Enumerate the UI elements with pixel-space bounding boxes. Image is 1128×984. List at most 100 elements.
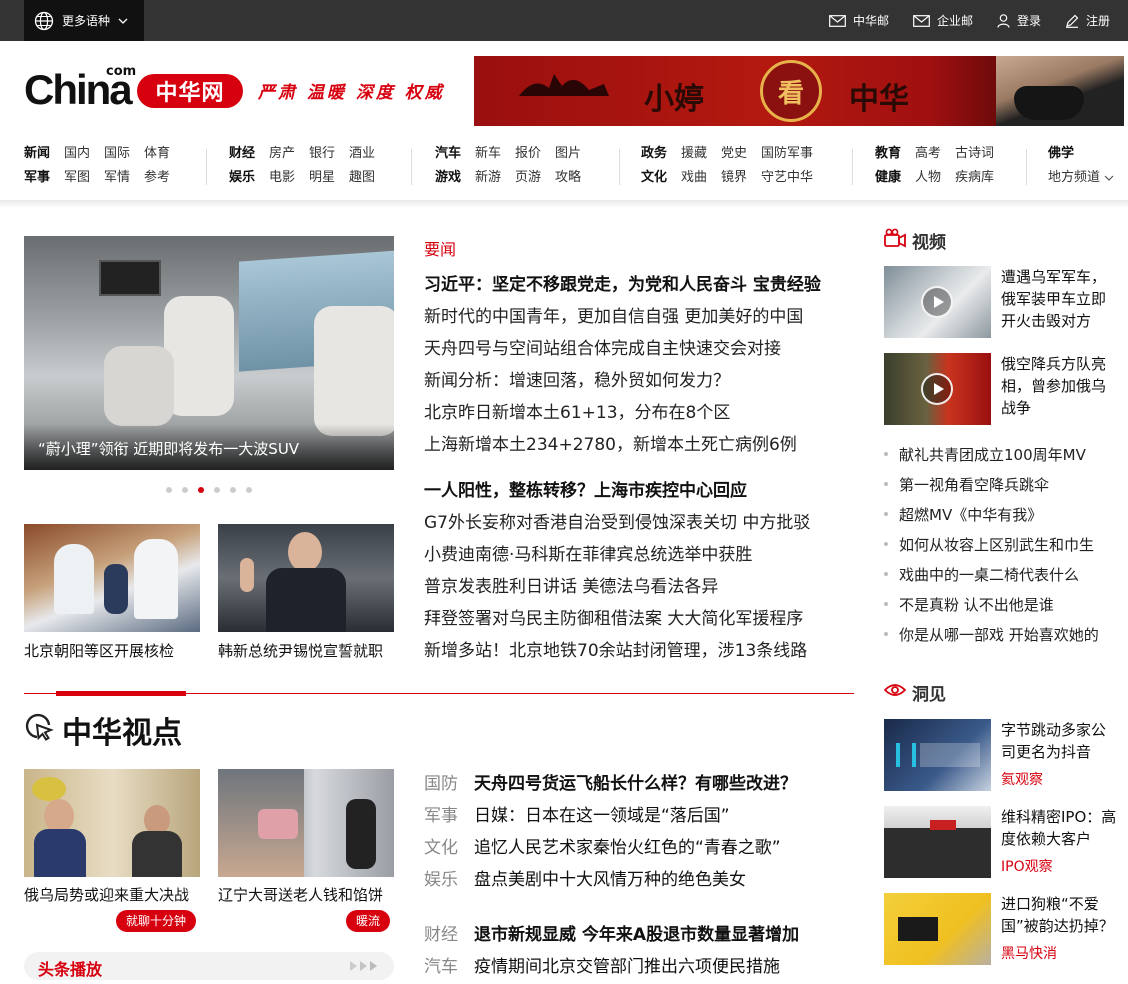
category-news-item[interactable]: 天舟四号货运飞船长什么样？有哪些改进？ xyxy=(474,769,797,794)
nav-item[interactable]: 党史 xyxy=(721,146,747,161)
headline-item[interactable]: 普京发表胜利日讲话 美德法乌看法各异 xyxy=(424,572,718,597)
section-title-zhonghua[interactable]: 中华视点 xyxy=(62,708,182,752)
category-label[interactable]: 文化 xyxy=(424,833,458,858)
news-thumb-image[interactable] xyxy=(24,524,200,632)
viewpoint-thumb-caption[interactable]: 俄乌局势或迎来重大决战 xyxy=(24,884,189,905)
video-list-item[interactable]: 你是从哪一部戏 开始喜欢她的 xyxy=(884,624,1099,645)
nav-item[interactable]: 新车 xyxy=(475,146,501,161)
video-list-item[interactable]: 第一视角看空降兵跳伞 xyxy=(884,474,1049,495)
nav-item[interactable]: 趣图 xyxy=(349,170,375,185)
insight-thumb-image[interactable] xyxy=(884,806,991,878)
video-list-item[interactable]: 如何从妆容上区别武生和巾生 xyxy=(884,534,1094,555)
category-news-item[interactable]: 日媒：日本在这一领域是“落后国” xyxy=(474,801,730,826)
viewpoint-thumb-image[interactable] xyxy=(24,769,200,877)
section-title-video[interactable]: 视频 xyxy=(912,228,946,253)
headline-broadcast-bar[interactable]: 头条播放 xyxy=(24,952,394,980)
nav-item[interactable]: 守艺中华 xyxy=(761,170,813,185)
nav-item[interactable]: 财经 xyxy=(229,146,255,161)
header-ad-banner[interactable]: 小婷 看 中华 xyxy=(474,56,1124,126)
news-thumb-caption[interactable]: 韩新总统尹锡悦宣誓就职 xyxy=(218,640,383,661)
category-news-item[interactable]: 盘点美剧中十大风情万种的绝色美女 xyxy=(474,865,746,890)
insight-title[interactable]: 进口狗粮“不爱国”被韵达扔掉？ xyxy=(1001,893,1119,937)
video-thumb-image[interactable] xyxy=(884,353,991,425)
video-list-item[interactable]: 献礼共青团成立100周年MV xyxy=(884,444,1086,465)
viewpoint-thumb-caption[interactable]: 辽宁大哥送老人钱和馅饼 xyxy=(218,884,383,905)
insight-source[interactable]: 氦观察 xyxy=(1001,769,1043,789)
nav-item[interactable]: 援藏 xyxy=(681,146,707,161)
category-label[interactable]: 国防 xyxy=(424,769,458,794)
nav-item[interactable]: 新闻 xyxy=(24,146,50,161)
nav-item[interactable]: 游戏 xyxy=(435,170,461,185)
category-news-item[interactable]: 疫情期间北京交管部门推出六项便民措施 xyxy=(474,952,780,977)
headline-item[interactable]: 一人阳性，整栋转移？上海市疾控中心回应 xyxy=(424,476,747,501)
enterprise-mail-link[interactable]: 企业邮 xyxy=(913,12,973,29)
headline-item[interactable]: G7外长妄称对香港自治受到侵蚀深表关切 中方批驳 xyxy=(424,508,810,533)
video-list-item[interactable]: 超燃MV《中华有我》 xyxy=(884,504,1042,525)
play-icon[interactable] xyxy=(921,286,953,318)
nav-item[interactable]: 军图 xyxy=(64,170,90,185)
nav-item[interactable]: 政务 xyxy=(641,146,667,161)
viewpoint-tag[interactable]: 暖流 xyxy=(346,910,391,932)
headline-item[interactable]: 小费迪南德·马科斯在菲律宾总统选举中获胜 xyxy=(424,540,752,565)
video-thumb-image[interactable] xyxy=(884,266,991,338)
nav-item[interactable]: 疾病库 xyxy=(955,170,994,185)
headline-item[interactable]: 习近平：坚定不移跟党走，为党和人民奋斗 宝贵经验 xyxy=(424,270,821,295)
headline-item[interactable]: 北京昨日新增本土61+13，分布在8个区 xyxy=(424,398,730,423)
nav-item[interactable]: 教育 xyxy=(875,146,901,161)
nav-item[interactable]: 古诗词 xyxy=(955,146,994,161)
carousel-dot[interactable] xyxy=(246,487,252,493)
category-label[interactable]: 汽车 xyxy=(424,952,458,977)
video-list-item[interactable]: 戏曲中的一桌二椅代表什么 xyxy=(884,564,1079,585)
zhonghua-mail-link[interactable]: 中华邮 xyxy=(829,12,889,29)
carousel-dot[interactable] xyxy=(214,487,220,493)
nav-item[interactable]: 银行 xyxy=(309,146,335,161)
carousel-dot-active[interactable] xyxy=(198,487,204,493)
headline-item[interactable]: 拜登签署对乌民主防御租借法案 大大简化军援程序 xyxy=(424,604,803,629)
section-label-yaowen[interactable]: 要闻 xyxy=(424,236,456,260)
video-title[interactable]: 遭遇乌军军车，俄军装甲车立即开火击毁对方 xyxy=(1001,266,1119,332)
site-logo[interactable]: China com 中华网 xyxy=(24,64,244,111)
login-link[interactable]: 登录 xyxy=(997,12,1041,29)
headline-item[interactable]: 新闻分析：增速回落，稳外贸如何发力？ xyxy=(424,366,730,391)
nav-item[interactable]: 明星 xyxy=(309,170,335,185)
nav-item[interactable]: 参考 xyxy=(144,170,170,185)
category-news-item[interactable]: 追忆人民艺术家秦怡火红色的“青春之歌” xyxy=(474,833,781,858)
language-selector[interactable]: 更多语种 xyxy=(24,0,144,41)
nav-item[interactable]: 娱乐 xyxy=(229,170,255,185)
nav-item[interactable]: 房产 xyxy=(269,146,295,161)
focus-carousel[interactable]: “蔚小理”领衔 近期即将发布一大波SUV xyxy=(24,236,394,470)
register-link[interactable]: 注册 xyxy=(1065,12,1110,29)
nav-item[interactable]: 军情 xyxy=(104,170,130,185)
nav-item-regional[interactable]: 地方频道 xyxy=(1048,170,1100,185)
nav-item[interactable]: 军事 xyxy=(24,170,50,185)
news-thumb-image[interactable] xyxy=(218,524,394,632)
nav-item[interactable]: 酒业 xyxy=(349,146,375,161)
nav-item[interactable]: 体育 xyxy=(144,146,170,161)
nav-item[interactable]: 攻略 xyxy=(555,170,581,185)
headline-item[interactable]: 天舟四号与空间站组合体完成自主快速交会对接 xyxy=(424,334,781,359)
nav-item[interactable]: 新游 xyxy=(475,170,501,185)
category-label[interactable]: 娱乐 xyxy=(424,865,458,890)
category-label[interactable]: 军事 xyxy=(424,801,458,826)
insight-title[interactable]: 维科精密IPO：高度依赖大客户 xyxy=(1001,806,1119,850)
nav-item[interactable]: 汽车 xyxy=(435,146,461,161)
section-title-insight[interactable]: 洞见 xyxy=(912,680,946,705)
nav-item[interactable]: 页游 xyxy=(515,170,541,185)
video-title[interactable]: 俄空降兵方队亮相，曾参加俄乌战争 xyxy=(1001,353,1119,419)
insight-source[interactable]: IPO观察 xyxy=(1001,856,1053,876)
nav-item[interactable]: 报价 xyxy=(515,146,541,161)
play-icon[interactable] xyxy=(921,373,953,405)
nav-item[interactable]: 人物 xyxy=(915,170,941,185)
nav-item[interactable]: 国际 xyxy=(104,146,130,161)
carousel-dot[interactable] xyxy=(166,487,172,493)
nav-item[interactable]: 戏曲 xyxy=(681,170,707,185)
headline-item[interactable]: 新时代的中国青年，更加自信自强 更加美好的中国 xyxy=(424,302,803,327)
headline-item[interactable]: 新增多站！北京地铁70余站封闭管理，涉13条线路 xyxy=(424,636,807,661)
video-list-item[interactable]: 不是真粉 认不出他是谁 xyxy=(884,594,1054,615)
category-news-item[interactable]: 退市新规显威 今年来A股退市数量显著增加 xyxy=(474,920,799,945)
category-label[interactable]: 财经 xyxy=(424,920,458,945)
nav-item[interactable]: 国防军事 xyxy=(761,146,813,161)
insight-source[interactable]: 黑马快消 xyxy=(1001,943,1057,963)
headline-item[interactable]: 上海新增本土234+2780，新增本土死亡病例6例 xyxy=(424,430,797,455)
insight-thumb-image[interactable] xyxy=(884,719,991,791)
